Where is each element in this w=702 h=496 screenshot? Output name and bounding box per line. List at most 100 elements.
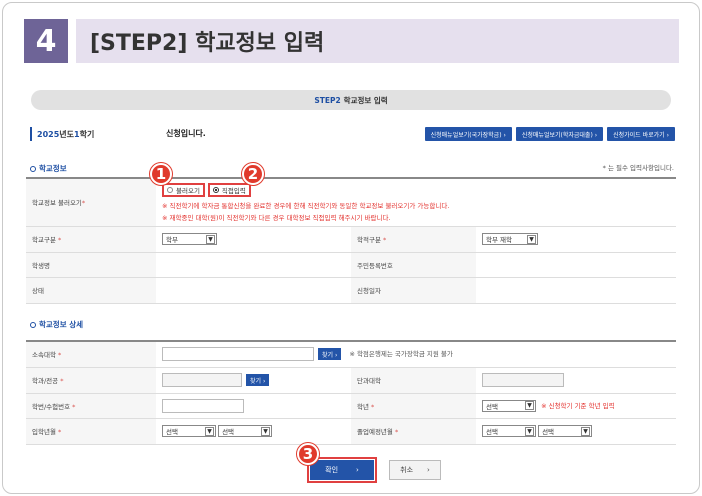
entry-year-value: 선택 bbox=[166, 428, 178, 436]
univ-input[interactable] bbox=[162, 347, 314, 362]
grad-label: 졸업예정년월 bbox=[357, 428, 393, 436]
confirm-button[interactable]: 확인 › bbox=[310, 460, 374, 480]
school-info-title-text: 학교정보 bbox=[39, 164, 67, 173]
form-actions: 확인 › 취소 › bbox=[307, 457, 441, 483]
grad-year-select[interactable]: 선택 ▼ bbox=[482, 425, 536, 437]
record-cell: 학부 재학 ▼ bbox=[476, 225, 676, 253]
chevron-down-icon: ▼ bbox=[261, 426, 271, 436]
student-name-label-cell: 학생명 bbox=[26, 251, 156, 278]
school-type-label: 학교구분 bbox=[32, 236, 56, 244]
section-bullet-icon bbox=[30, 165, 36, 172]
status-label-cell: 상태 bbox=[26, 276, 156, 304]
school-detail-table: 소속대학 * 찾기 › ※ 학점은행제는 국가장학금 지원 불가 학과/전공 *… bbox=[26, 340, 676, 445]
table-row: 학번/수험번호 * 학년 * 선택 ▼ ※ 신청학기 기준 학년 입력 bbox=[26, 392, 676, 419]
manual-loan-button[interactable]: 신청매뉴얼보기(학자금대출) › bbox=[515, 127, 604, 141]
school-detail-section-title: 학교정보 상세 bbox=[30, 319, 83, 330]
record-select[interactable]: 학부 재학 ▼ bbox=[482, 233, 538, 245]
term-bar: 2025 년도 1 학기 신청입니다. 신청매뉴얼보기(국가장학금) › 신청매뉴얼… bbox=[30, 127, 675, 143]
radio-direct-option[interactable]: 직접입력 bbox=[207, 182, 251, 197]
table-row: 학교구분 * 학부 ▼ 학적구분 * 학부 재학 ▼ bbox=[26, 225, 676, 253]
apply-date-label: 신청일자 bbox=[357, 287, 381, 295]
status-value bbox=[156, 276, 351, 304]
table-row: 상태 신청일자 bbox=[26, 276, 676, 304]
grade-select[interactable]: 선택 ▼ bbox=[482, 399, 536, 412]
dept-input[interactable] bbox=[162, 373, 242, 387]
grade-value: 선택 bbox=[486, 402, 498, 411]
step-title: [STEP2] 학교정보 입력 bbox=[76, 19, 679, 63]
record-label-cell: 학적구분 * bbox=[351, 225, 476, 253]
required-note: * 는 필수 입력사항입니다. bbox=[602, 164, 674, 172]
apply-text: 신청입니다. bbox=[166, 129, 206, 138]
annotation-badge-3: 3 bbox=[297, 443, 319, 465]
chevron-down-icon: ▼ bbox=[525, 401, 534, 410]
dept-label: 학과/전공 bbox=[32, 377, 59, 385]
entry-month-value: 선택 bbox=[222, 428, 235, 436]
chevron-right-icon: › bbox=[427, 466, 430, 474]
manual-scholarship-button[interactable]: 신청매뉴얼보기(국가장학금) › bbox=[424, 127, 512, 141]
term-year: 2025 bbox=[37, 129, 60, 139]
college-cell bbox=[476, 366, 676, 394]
chevron-right-icon: › bbox=[356, 466, 359, 474]
record-label: 학적구분 bbox=[357, 236, 381, 244]
student-name-label: 학생명 bbox=[32, 261, 50, 270]
confirm-label: 확인 bbox=[325, 466, 339, 474]
step-number-badge: 4 bbox=[24, 19, 68, 63]
guide-buttons: 신청매뉴얼보기(국가장학금) › 신청매뉴얼보기(학자금대출) › 신청가이드 … bbox=[424, 127, 675, 141]
banner-step: STEP2 bbox=[314, 95, 341, 105]
grade-label-cell: 학년 * bbox=[351, 392, 476, 419]
guide-shortcut-button[interactable]: 신청가이드 바로가기 › bbox=[607, 127, 675, 141]
college-input[interactable] bbox=[482, 373, 564, 387]
table-row: 학교정보 불러오기* 불러오기 직접입력 ※ 직전학기에 학자금 통합신청을 완료… bbox=[26, 177, 676, 227]
college-label-cell: 단과대학 bbox=[351, 366, 476, 394]
univ-cell: 찾기 › ※ 학점은행제는 국가장학금 지원 불가 bbox=[156, 340, 676, 368]
school-type-select[interactable]: 학부 ▼ bbox=[162, 233, 217, 245]
entry-month-select[interactable]: 선택 ▼ bbox=[218, 425, 273, 437]
radio-load-option[interactable]: 불러오기 bbox=[162, 182, 205, 197]
school-type-value: 학부 bbox=[166, 236, 178, 244]
student-no-input[interactable] bbox=[162, 398, 244, 413]
student-name-value bbox=[156, 251, 351, 278]
term-label: 2025 년도 1 학기 bbox=[30, 127, 94, 141]
annotation-badge-1: 1 bbox=[150, 163, 172, 185]
radio-load-label: 불러오기 bbox=[176, 186, 200, 195]
notice-2: ※ 재학중인 대학(원)이 직전학기와 다른 경우 대학정보 직접입력 해주시기… bbox=[162, 213, 391, 222]
grade-cell: 선택 ▼ ※ 신청학기 기준 학년 입력 bbox=[476, 392, 676, 419]
univ-label-cell: 소속대학 * bbox=[26, 340, 156, 368]
chevron-down-icon: ▼ bbox=[527, 234, 536, 244]
chevron-down-icon: ▼ bbox=[581, 426, 591, 436]
table-row: 학과/전공 * 찾기 › 단과대학 bbox=[26, 366, 676, 394]
status-label: 상태 bbox=[32, 287, 44, 295]
term-semester-suffix: 학기 bbox=[79, 129, 95, 139]
record-value: 학부 재학 bbox=[486, 236, 512, 244]
banner-title: 학교정보 입력 bbox=[343, 95, 388, 105]
univ-label: 소속대학 bbox=[32, 351, 56, 360]
entry-label-cell: 입학년월 * bbox=[26, 417, 156, 445]
load-options-cell: 불러오기 직접입력 ※ 직전학기에 학자금 통합신청을 완료한 경우에 한해 직전… bbox=[156, 177, 676, 227]
chevron-down-icon: ▼ bbox=[525, 426, 534, 436]
table-row: 소속대학 * 찾기 › ※ 학점은행제는 국가장학금 지원 불가 bbox=[26, 340, 676, 368]
radio-direct-label: 직접입력 bbox=[221, 186, 246, 195]
radio-direct[interactable] bbox=[212, 186, 219, 193]
chevron-down-icon: ▼ bbox=[206, 234, 215, 244]
radio-load[interactable] bbox=[167, 186, 173, 193]
univ-search-button[interactable]: 찾기 › bbox=[318, 348, 342, 361]
cancel-label: 취소 bbox=[400, 466, 414, 474]
resident-label-cell: 주민등록번호 bbox=[351, 251, 476, 278]
load-label-cell: 학교정보 불러오기* bbox=[26, 177, 156, 227]
school-detail-title-text: 학교정보 상세 bbox=[39, 320, 84, 329]
grad-label-cell: 졸업예정년월 * bbox=[351, 417, 476, 445]
dept-label-cell: 학과/전공 * bbox=[26, 366, 156, 394]
step-banner: STEP2 학교정보 입력 bbox=[31, 90, 671, 110]
annotation-badge-2: 2 bbox=[242, 163, 264, 185]
resident-value bbox=[476, 251, 676, 278]
dept-search-button[interactable]: 찾기 › bbox=[246, 374, 270, 386]
grad-month-select[interactable]: 선택 ▼ bbox=[538, 425, 593, 437]
apply-date-label-cell: 신청일자 bbox=[351, 276, 476, 304]
entry-year-select[interactable]: 선택 ▼ bbox=[162, 425, 216, 437]
grad-year-value: 선택 bbox=[486, 428, 498, 436]
cancel-button[interactable]: 취소 › bbox=[389, 460, 441, 480]
dept-cell: 찾기 › bbox=[156, 366, 351, 394]
term-year-suffix: 년도 bbox=[59, 129, 74, 139]
table-row: 입학년월 * 선택 ▼ 선택 ▼ 졸업예정년월 * 선택 ▼ 선택 ▼ bbox=[26, 417, 676, 445]
student-no-label: 학번/수험번호 bbox=[32, 402, 71, 411]
